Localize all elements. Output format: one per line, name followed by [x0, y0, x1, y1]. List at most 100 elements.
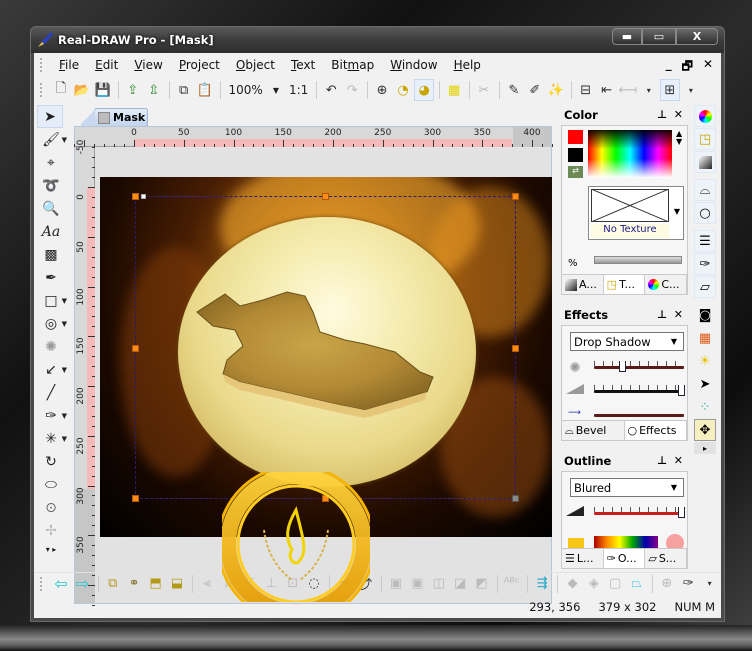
paint-tool-icon[interactable]: ✒ — [34, 266, 68, 289]
outline-spectrum[interactable] — [594, 536, 658, 548]
circle-node-icon[interactable]: ◌ — [304, 573, 324, 595]
resize-handle-e[interactable] — [512, 345, 519, 352]
add-object-icon[interactable]: ⊕ — [372, 79, 392, 101]
mdi-restore-button[interactable]: 🗗 — [682, 57, 693, 78]
resize-handle-ne[interactable] — [512, 193, 519, 200]
light-icon[interactable]: ☀ — [694, 350, 716, 372]
shadow-offset-slider[interactable] — [594, 414, 684, 417]
clip-icon[interactable]: ✂ — [474, 79, 494, 101]
tab-bevel[interactable]: ⌓ Bevel — [562, 421, 625, 440]
tab-layers[interactable]: ☰ L... — [562, 549, 604, 568]
open-folder-icon[interactable]: 📂 — [72, 79, 92, 101]
intersect-icon[interactable]: ▣ — [407, 573, 427, 595]
menu-window[interactable]: Window — [382, 58, 445, 72]
menu-edit[interactable]: Edit — [87, 58, 126, 72]
effect-type-dropdown[interactable]: Drop Shadow ▼ — [570, 332, 684, 351]
resize-handle-se[interactable] — [512, 495, 519, 502]
gradient-icon[interactable] — [694, 151, 716, 173]
image-tool-icon[interactable]: ▩ — [34, 243, 68, 266]
shrink-icon[interactable]: ⊟ — [576, 79, 596, 101]
magic-wand-icon[interactable]: ✨ — [546, 79, 566, 101]
tab-outline[interactable]: ✑ O... — [603, 549, 646, 568]
zoom-region-tool-icon[interactable]: ⊙ — [34, 496, 68, 519]
pin-icon[interactable]: ⊥ — [657, 108, 667, 121]
color-panel-header[interactable]: Color ⊥ ✕ — [558, 105, 691, 125]
trim-icon[interactable]: ◩ — [471, 573, 491, 595]
path-edit-icon[interactable]: ⤴ — [356, 573, 376, 595]
slider-thumb[interactable] — [678, 385, 685, 396]
align-top-icon[interactable]: ⊤ — [240, 573, 260, 595]
curve-tool-icon[interactable]: ↙ ▼ — [34, 358, 68, 381]
import-icon[interactable]: ⇪ — [123, 79, 143, 101]
outline-color-swatch[interactable] — [568, 538, 584, 548]
selection-bounding-box[interactable] — [132, 193, 519, 502]
align-bottom-icon[interactable]: ⊥ — [261, 573, 281, 595]
save-icon[interactable]: 💾 — [93, 79, 113, 101]
text-tool-icon[interactable]: Aa — [34, 220, 68, 243]
snap-icon[interactable]: ⊞ — [659, 79, 680, 101]
tab-mask[interactable]: Mask — [81, 108, 148, 126]
menubar-grip[interactable] — [40, 58, 43, 72]
layers-icon[interactable]: ☰ — [694, 230, 716, 252]
shadow-blur-slider[interactable] — [594, 366, 684, 369]
outline-panel-header[interactable]: Outline ⊥ ✕ — [558, 451, 691, 471]
node-edit-tool-icon[interactable]: ⌖ — [34, 151, 68, 174]
chevron-down-icon[interactable]: ▼ — [273, 86, 279, 95]
line-tool-icon[interactable]: ╱ — [34, 381, 68, 404]
swatches-icon[interactable]: ⁘ — [694, 396, 716, 418]
close-icon[interactable]: ✕ — [674, 454, 683, 467]
mdi-minimize-button[interactable]: _ — [666, 57, 672, 78]
toolbar-grip[interactable] — [40, 83, 43, 97]
align-center-icon[interactable]: ⊡ — [283, 573, 303, 595]
rotation-handle[interactable] — [141, 194, 146, 199]
text-align-icon[interactable]: ⟻ — [618, 79, 638, 101]
slider-thumb[interactable] — [619, 361, 627, 372]
texture-preview[interactable]: No Texture ▼ — [588, 186, 684, 240]
zoom-combo[interactable]: 100% ▼ 1:1 — [225, 83, 313, 97]
canvas[interactable] — [96, 148, 552, 603]
subtract-icon[interactable]: ◫ — [429, 573, 449, 595]
send-backward-icon[interactable]: ⬓ — [167, 573, 187, 595]
color-spectrum-picker[interactable] — [588, 130, 672, 178]
rotate-tool-icon[interactable]: ↻ — [34, 450, 68, 473]
swap-colors-icon[interactable]: ⇄ — [568, 166, 583, 178]
toolbar-overflow-icon-2[interactable]: ▾ — [681, 79, 701, 101]
texture-icon[interactable]: ◳ — [694, 128, 716, 150]
rectangle-tool-icon[interactable]: □ ▼ — [34, 289, 68, 312]
group-icon[interactable]: ⧉ — [103, 573, 123, 595]
arrow-left-box-icon[interactable]: ⇤ — [597, 79, 617, 101]
menu-view[interactable]: View — [126, 58, 170, 72]
maximize-button[interactable]: ▭ — [642, 28, 676, 45]
opacity-slider[interactable] — [594, 256, 682, 264]
add-ellipse-icon[interactable]: ◔ — [393, 79, 413, 101]
color-wheel-icon[interactable] — [694, 105, 716, 127]
selection-grid-icon[interactable]: ▦ — [444, 79, 464, 101]
pin-icon[interactable]: ⊥ — [657, 454, 667, 467]
convert-icon[interactable]: ⇶ — [532, 573, 552, 595]
minimize-button[interactable]: ▬ — [612, 28, 642, 45]
add-ellipse-plus-icon[interactable]: ◕ — [414, 79, 435, 101]
tab-gradient[interactable]: A... — [562, 275, 604, 294]
brush-tool-icon[interactable]: 🖌 ▼ — [34, 128, 68, 151]
tab-color[interactable]: C... — [645, 275, 688, 294]
mask-icon[interactable]: ◙ — [694, 304, 716, 326]
copy-icon[interactable]: ⧉ — [174, 79, 194, 101]
star-tool-icon[interactable]: ✺ — [34, 335, 68, 358]
move-icon[interactable]: ✥ — [694, 419, 716, 441]
toolbar-grip[interactable] — [40, 576, 43, 591]
arrow-forward-icon[interactable]: ⇨ — [72, 573, 92, 595]
outline-width-slider[interactable] — [594, 512, 684, 515]
toolbar-overflow-icon[interactable]: ▾ — [639, 79, 659, 101]
zoom-ratio-button[interactable]: 1:1 — [289, 83, 308, 97]
resize-handle-n[interactable] — [322, 193, 329, 200]
bring-forward-icon[interactable]: ⬒ — [145, 573, 165, 595]
vertical-ruler[interactable]: -50 0 50 100 150 200 250 300 350 — [75, 140, 95, 606]
menu-object[interactable]: Object — [228, 58, 283, 72]
chevron-down-icon[interactable]: ▼ — [674, 207, 680, 216]
close-button[interactable]: X — [676, 28, 718, 45]
spectrum-spinner[interactable]: ▲ ▼ — [676, 130, 682, 146]
menu-text[interactable]: Text — [283, 58, 323, 72]
effects-circle-icon[interactable]: ○ — [694, 202, 716, 224]
crosshair-tool-icon[interactable]: ✳ ▼ — [34, 427, 68, 450]
bevel-icon[interactable]: ⌓ — [694, 179, 716, 201]
